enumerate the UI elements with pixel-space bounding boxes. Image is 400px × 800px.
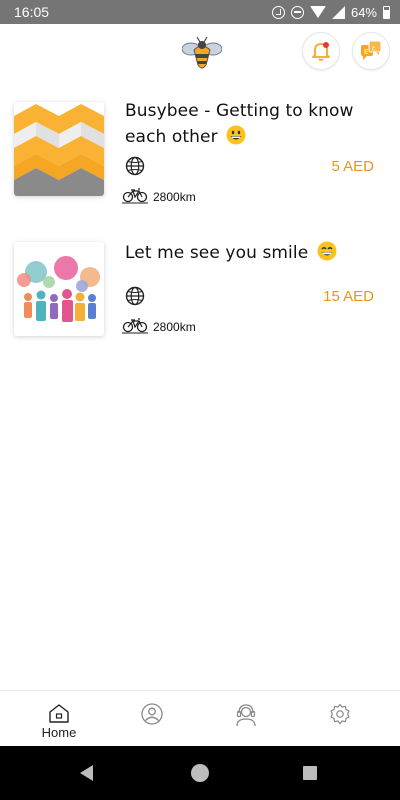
language-button[interactable]: E ع [352, 32, 390, 70]
activity-price: 15 AED [323, 288, 374, 305]
bicycle-icon [122, 188, 148, 204]
status-icons: 64% [271, 4, 390, 20]
wifi-icon [309, 6, 326, 18]
do-not-disturb-icon [290, 5, 304, 19]
activity-distance: 2800km [153, 320, 196, 334]
battery-percent: 64% [350, 4, 377, 20]
data-saver-icon [271, 5, 285, 19]
activity-title-text: Let me see you smile [125, 243, 309, 263]
activity-card[interactable]: Busybee - Getting to know each other 5 A… [0, 86, 400, 226]
activity-list: Busybee - Getting to know each other 5 A… [0, 86, 400, 366]
app-screen: 16:05 64% E ع Busybee - Getting to know … [0, 0, 400, 800]
notifications-button[interactable] [302, 32, 340, 70]
globe-icon [125, 286, 145, 306]
nav-home-label: Home [41, 725, 77, 740]
bee-logo-icon [182, 36, 222, 69]
nav-settings[interactable] [290, 691, 390, 747]
bell-icon [312, 42, 330, 61]
nav-home[interactable]: Home [9, 691, 109, 747]
cell-signal-icon [331, 5, 345, 19]
people-speech-bubbles-image [14, 242, 104, 336]
activity-price: 5 AED [331, 158, 374, 175]
status-time: 16:05 [14, 4, 50, 20]
nav-profile[interactable] [102, 691, 202, 747]
back-icon[interactable] [80, 765, 93, 781]
zigzag-pattern-image [14, 102, 104, 196]
svg-text:E: E [364, 48, 368, 56]
language-chat-icon: E ع [361, 40, 382, 60]
bottom-navigation: Home [0, 690, 400, 746]
svg-text:ع: ع [372, 44, 376, 51]
recent-apps-icon[interactable] [303, 766, 317, 780]
bicycle-icon [122, 318, 148, 334]
profile-icon [141, 703, 163, 725]
activity-thumbnail [14, 102, 104, 196]
system-navigation-bar [0, 746, 400, 800]
beaming-face-icon [317, 241, 337, 261]
status-bar: 16:05 64% [0, 0, 400, 24]
nav-support[interactable] [196, 691, 296, 747]
globe-icon [125, 156, 145, 176]
support-agent-icon [236, 704, 256, 727]
grinning-face-icon [226, 125, 246, 145]
battery-icon [383, 5, 390, 19]
activity-thumbnail [14, 242, 104, 336]
activity-distance: 2800km [153, 190, 196, 204]
app-header: E ع [0, 24, 400, 80]
activity-card[interactable]: Let me see you smile 15 AED 2800km [0, 226, 400, 366]
home-circle-icon[interactable] [191, 764, 209, 782]
activity-title: Busybee - Getting to know each other [125, 98, 375, 150]
settings-icon [330, 703, 350, 725]
home-icon [49, 704, 69, 723]
activity-title: Let me see you smile [125, 240, 375, 266]
